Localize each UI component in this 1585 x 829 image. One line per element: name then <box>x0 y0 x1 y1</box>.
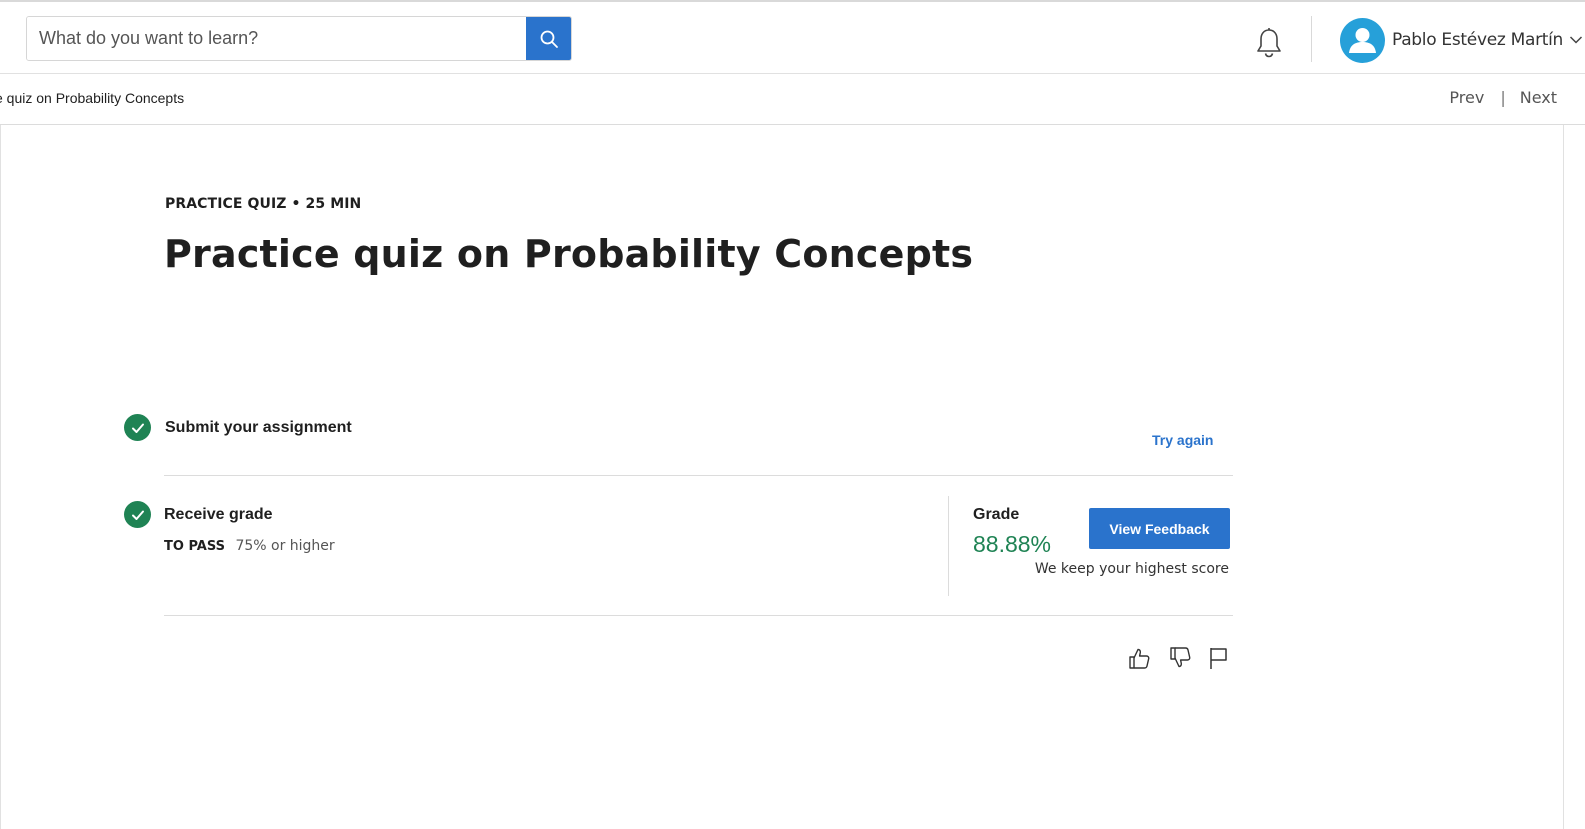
item-pagination: Prev | Next <box>1449 88 1557 107</box>
next-link[interactable]: Next <box>1520 88 1557 107</box>
view-feedback-button[interactable]: View Feedback <box>1089 508 1230 549</box>
grade-value: 88.88% <box>973 531 1052 557</box>
submit-step-title: Submit your assignment <box>165 419 352 436</box>
content-border-left <box>0 125 1 829</box>
breadcrumb[interactable]: e quiz on Probability Concepts <box>0 90 184 106</box>
pass-requirement: TO PASS 75% or higher <box>164 538 335 554</box>
thumbs-up-icon[interactable] <box>1126 645 1152 671</box>
user-avatar-icon <box>1340 17 1385 63</box>
check-circle-icon <box>124 501 151 528</box>
grade-step-title: Receive grade <box>164 506 273 523</box>
item-type-label: PRACTICE QUIZ • 25 MIN <box>165 196 362 212</box>
content-border-right <box>1563 125 1564 829</box>
search-button[interactable] <box>526 17 571 60</box>
thumbs-down-icon[interactable] <box>1167 645 1193 671</box>
page-title: Practice quiz on Probability Concepts <box>164 232 974 276</box>
prev-link[interactable]: Prev <box>1449 88 1484 107</box>
bell-icon <box>1255 27 1283 59</box>
highest-score-note: We keep your highest score <box>1034 561 1229 577</box>
notifications-button[interactable] <box>1253 26 1285 60</box>
user-name: Pablo Estévez Martín <box>1392 30 1564 50</box>
try-again-link[interactable]: Try again <box>1152 432 1213 448</box>
breadcrumb-bar: e quiz on Probability Concepts Prev | Ne… <box>0 74 1585 125</box>
section-divider <box>164 615 1233 616</box>
search-input[interactable] <box>27 17 526 60</box>
header-divider <box>1311 16 1312 62</box>
top-header: Pablo Estévez Martín <box>0 0 1585 74</box>
grade-divider <box>948 496 949 596</box>
to-pass-value: 75% or higher <box>235 538 335 554</box>
step-divider <box>164 475 1233 476</box>
chevron-down-icon <box>1569 35 1583 45</box>
pagination-separator: | <box>1500 88 1506 107</box>
user-menu[interactable]: Pablo Estévez Martín <box>1340 17 1583 63</box>
to-pass-label: TO PASS <box>164 539 225 554</box>
search-bar <box>26 16 572 61</box>
flag-icon[interactable] <box>1205 645 1231 671</box>
search-icon <box>539 29 559 49</box>
check-circle-icon <box>124 414 151 441</box>
grade-label: Grade <box>973 506 1020 523</box>
